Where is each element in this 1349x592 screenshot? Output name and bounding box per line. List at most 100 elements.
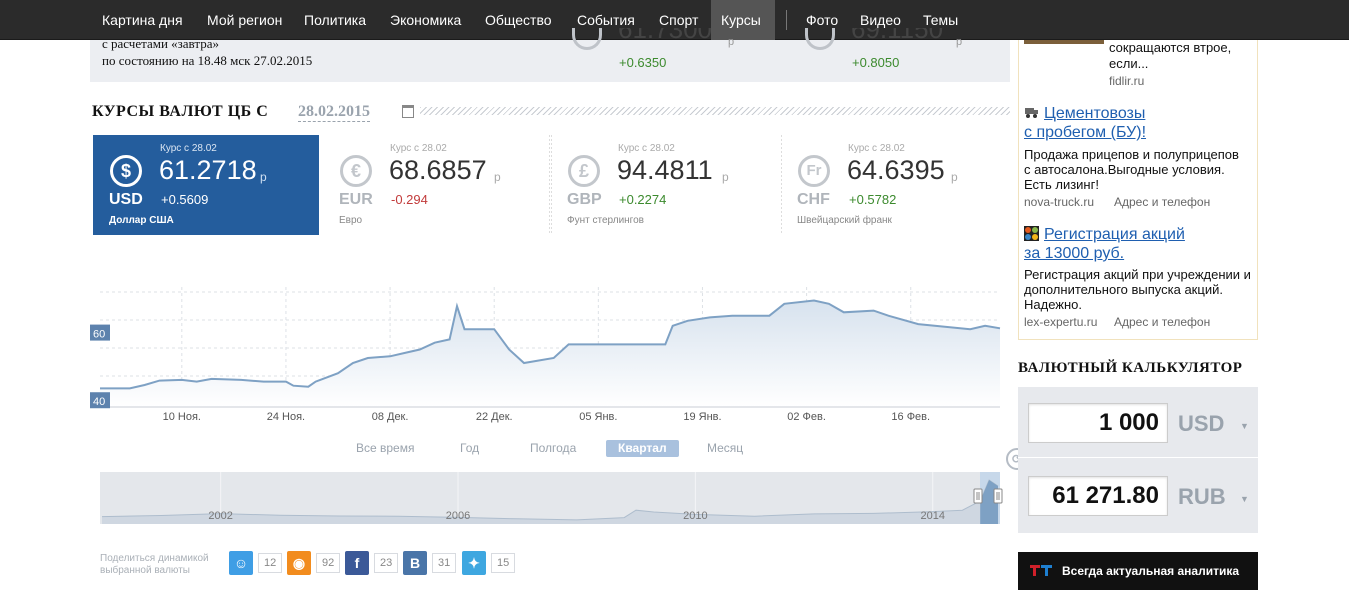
share-count: 92 xyxy=(316,553,341,573)
ad-text: с автосалона.Выгодные условия. xyxy=(1024,162,1225,177)
to-currency-select[interactable]: RUB xyxy=(1178,484,1226,510)
ad-contact-link[interactable]: Адрес и телефон xyxy=(1114,315,1210,329)
calculator-divider xyxy=(1018,457,1258,458)
vk-icon[interactable]: B xyxy=(403,551,427,575)
currency-card-chf[interactable]: Fr Курс с 28.02 64.6395 р CHF +0.5782 Шв… xyxy=(781,135,1007,235)
calculator-title: ВАЛЮТНЫЙ КАЛЬКУЛЯТОР xyxy=(1018,360,1243,376)
ad-source[interactable]: lex-expertu.ru xyxy=(1024,315,1097,329)
range-tab-all[interactable]: Все время xyxy=(356,440,414,457)
promo-label: Всегда актуальная аналитика xyxy=(1062,564,1240,578)
currency-card-usd[interactable]: $ Курс с 28.02 61.2718 р USD +0.5609 Дол… xyxy=(93,135,319,235)
logo-icon xyxy=(1030,565,1052,576)
rate-value: 61.2718 xyxy=(159,155,257,185)
calendar-icon[interactable] xyxy=(402,105,414,118)
rate-change: -0.294 xyxy=(391,192,428,207)
chevron-down-icon[interactable]: ▼ xyxy=(1240,494,1249,504)
card-divider-line xyxy=(549,135,550,235)
range-tab-quarter[interactable]: Квартал xyxy=(606,440,679,457)
chevron-down-icon[interactable]: ▼ xyxy=(1240,421,1249,431)
cbr-rates-header: КУРСЫ ВАЛЮТ ЦБ С 28.02.2015 xyxy=(90,103,1010,123)
ad-title[interactable]: с пробегом (БУ)! xyxy=(1024,123,1146,142)
nav-item-ekonomika[interactable]: Экономика xyxy=(390,0,461,40)
section-title: КУРСЫ ВАЛЮТ ЦБ С xyxy=(92,103,269,120)
series-area xyxy=(100,300,1000,407)
rub-unit: р xyxy=(956,36,963,48)
rate-change: +0.5782 xyxy=(849,192,897,207)
x-tick-label: 08 Дек. xyxy=(372,411,409,423)
x-tick-label: 19 Янв. xyxy=(683,411,721,423)
exchange-note: с расчетами «завтра» xyxy=(102,36,219,51)
ad-title[interactable]: Цементовозы xyxy=(1044,104,1145,123)
facebook-icon[interactable]: f xyxy=(345,551,369,575)
currency-code: EUR xyxy=(339,191,373,208)
ad-text: Регистрация акций при учреждении и xyxy=(1024,267,1251,282)
ad-contact-link[interactable]: Адрес и телефон xyxy=(1114,195,1210,209)
rate-label: Курс с 28.02 xyxy=(160,143,217,154)
usd-exchange-change: +0.6350 xyxy=(619,55,667,70)
nav-item-moi-region[interactable]: Мой регион xyxy=(207,0,282,40)
range-tab-month[interactable]: Месяц xyxy=(707,440,743,457)
currency-code: USD xyxy=(109,191,143,208)
nav-item-obshchestvo[interactable]: Общество xyxy=(485,0,552,40)
ad-image[interactable] xyxy=(1024,40,1104,44)
ad-text: сокращаются втрое, xyxy=(1109,40,1232,55)
card-divider xyxy=(781,135,782,235)
truck-icon xyxy=(1025,108,1038,118)
y-tick-label: 60 xyxy=(93,329,105,341)
currency-name: Фунт стерлингов xyxy=(567,215,644,226)
franc-icon: Fr xyxy=(798,155,830,187)
amount-input[interactable]: 1 000 xyxy=(1028,403,1168,443)
y-tick-label: 40 xyxy=(93,396,105,408)
x-tick-label: 22 Дек. xyxy=(476,411,513,423)
eur-exchange-change: +0.8050 xyxy=(852,55,900,70)
rate-value: 64.6395 xyxy=(847,155,945,185)
currency-name: Швейцарский франк xyxy=(797,215,892,226)
range-tab-half-year[interactable]: Полгода xyxy=(530,440,576,457)
nav-item-kursy[interactable]: Курсы xyxy=(711,0,775,40)
card-divider xyxy=(549,135,550,235)
currency-code: CHF xyxy=(797,191,830,208)
nav-item-politika[interactable]: Политика xyxy=(304,0,366,40)
currency-card-eur[interactable]: € Курс с 28.02 68.6857 р EUR -0.294 Евро xyxy=(323,135,549,235)
rate-history-chart[interactable]: 60 40 10 Ноя. 24 Ноя. 08 Дек. 22 Дек. 05 Янв. 1… xyxy=(90,262,1010,427)
analytics-promo-banner[interactable]: Всегда актуальная аналитика xyxy=(1018,552,1258,590)
euro-coin-icon xyxy=(805,28,835,50)
eur-exchange-rate: 69.1150 xyxy=(851,28,944,44)
pound-icon: £ xyxy=(568,155,600,187)
smile-icon[interactable]: ☺ xyxy=(229,551,253,575)
nav-item-kartina-dnya[interactable]: Картина дня xyxy=(102,0,183,40)
ok-icon[interactable]: ◉ xyxy=(287,551,311,575)
x-tick-label: 02 Фев. xyxy=(787,411,826,423)
navigator-year-label: 2014 xyxy=(920,510,944,522)
navigator-year-label: 2010 xyxy=(683,510,707,522)
date-picker-link[interactable]: 28.02.2015 xyxy=(298,103,370,122)
ad-source[interactable]: fidlir.ru xyxy=(1109,74,1144,88)
nav-divider xyxy=(786,10,787,30)
twitter-icon[interactable]: ✦ xyxy=(462,551,486,575)
range-handle[interactable] xyxy=(973,488,983,504)
ad-source[interactable]: nova-truck.ru xyxy=(1024,195,1094,209)
share-count: 15 xyxy=(491,553,516,573)
rate-unit: р xyxy=(722,170,729,184)
currency-card-gbp[interactable]: £ Курс с 28.02 94.4811 р GBP +0.2274 Фун… xyxy=(551,135,777,235)
dollar-icon: $ xyxy=(110,155,142,187)
navigator-year-label: 2006 xyxy=(446,510,470,522)
rub-unit: р xyxy=(728,36,735,48)
x-tick-label: 24 Ноя. xyxy=(267,411,305,423)
ad-text: Продажа прицепов и полуприцепов xyxy=(1024,147,1239,162)
ad-title[interactable]: за 13000 руб. xyxy=(1024,244,1124,263)
dollar-coin-icon xyxy=(572,28,602,50)
card-divider xyxy=(551,135,552,235)
rate-unit: р xyxy=(951,170,958,184)
range-tab-year[interactable]: Год xyxy=(460,440,479,457)
navigator-year-label: 2002 xyxy=(208,510,232,522)
from-currency-select[interactable]: USD xyxy=(1178,411,1224,437)
ad-title[interactable]: Регистрация акций xyxy=(1044,225,1185,244)
result-input[interactable]: 61 271.80 xyxy=(1028,476,1168,516)
range-handle[interactable] xyxy=(993,488,1003,504)
range-navigator-chart[interactable]: 2002 2006 2010 2014 xyxy=(100,472,1010,524)
euro-icon: € xyxy=(340,155,372,187)
share-count: 31 xyxy=(432,553,457,573)
usd-exchange-rate: 61.7300 xyxy=(618,28,712,44)
currency-name: Евро xyxy=(339,215,363,226)
